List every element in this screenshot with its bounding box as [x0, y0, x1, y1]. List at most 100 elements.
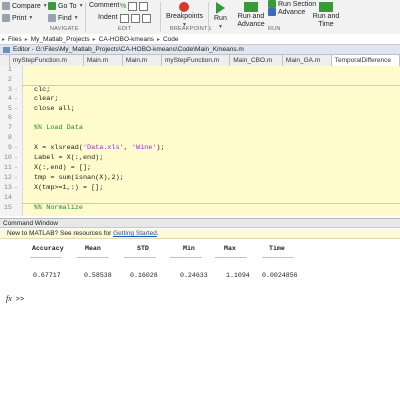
- section-edit: EDIT: [118, 26, 132, 32]
- print-button[interactable]: Print ▼: [2, 14, 33, 22]
- table-header: Time: [269, 245, 285, 252]
- run-time-icon: [319, 2, 333, 12]
- run-advance-icon: [244, 2, 258, 12]
- chevron-down-icon: ▼: [217, 24, 223, 30]
- goto-button[interactable]: Go To ▼: [48, 2, 84, 10]
- printer-icon: [2, 14, 10, 22]
- code-line: 1: [7, 66, 12, 74]
- code-line: 6: [7, 114, 12, 122]
- code-line: 7 %% Load Data: [7, 124, 83, 132]
- tab-temporal-difference[interactable]: TemporalDifference: [331, 55, 400, 66]
- chevron-right-icon: ▸: [92, 36, 96, 43]
- tab-main-ga[interactable]: Main_GA.m: [283, 55, 332, 66]
- tab-main-cbo[interactable]: Main_CBO.m: [230, 55, 283, 66]
- breadcrumb-item[interactable]: CA-HOBO-kmeans: [99, 36, 154, 43]
- compare-button[interactable]: Compare ▼: [2, 2, 48, 10]
- checkbox-icon: [128, 2, 138, 11]
- section-breakpoints: BREAKPOINTS: [170, 26, 212, 32]
- advance-button[interactable]: Advance: [268, 8, 305, 16]
- breakpoints-button[interactable]: Breakpoints ▼: [166, 2, 203, 29]
- search-icon: [48, 14, 56, 22]
- tab-spacer: [0, 55, 10, 66]
- chevron-right-icon: ▸: [2, 36, 6, 43]
- run-button[interactable]: Run ▼: [214, 2, 227, 31]
- divider: [85, 2, 86, 32]
- tab-mystepfunction[interactable]: myStepFunction.m: [10, 55, 84, 66]
- code-line: 10 - Label = X(:,end);: [3, 154, 104, 162]
- indent-icon: [131, 14, 140, 23]
- fx-icon[interactable]: fx: [6, 294, 12, 303]
- code-line: 4 - clear;: [7, 95, 59, 103]
- table-header: Accuracy: [32, 245, 64, 252]
- command-window-title: Command Window: [0, 218, 400, 228]
- table-header: Mean: [85, 245, 101, 252]
- chevron-down-icon: ▼: [28, 15, 34, 21]
- tab-mystepfunction-2[interactable]: myStepFunction.m: [162, 55, 231, 66]
- breadcrumb: ▸ Files ▸ My_Matlab_Projects ▸ CA-HOBO-k…: [0, 34, 400, 45]
- indent-icon: [120, 14, 129, 23]
- code-line: 3 - clc;: [7, 85, 51, 94]
- chevron-right-icon: ▸: [156, 36, 160, 43]
- indent-toggle-button[interactable]: [120, 14, 151, 23]
- breadcrumb-item[interactable]: My_Matlab_Projects: [31, 36, 90, 43]
- divider: [160, 2, 161, 32]
- code-line: 12 - tmp = sum(isnan(X),2);: [3, 174, 124, 182]
- section-navigate: NAVIGATE: [50, 26, 79, 32]
- goto-icon: [48, 2, 56, 10]
- indent-button[interactable]: Indent: [98, 14, 117, 21]
- getting-started-link[interactable]: Getting Started: [113, 230, 157, 237]
- run-section-icon: [268, 0, 276, 8]
- run-section-button[interactable]: Run Section: [268, 0, 316, 8]
- tab-main[interactable]: Main.m: [84, 55, 123, 66]
- chevron-right-icon: ▸: [24, 36, 28, 43]
- table-cell: 0.67717: [33, 272, 61, 279]
- run-icon: [215, 2, 225, 14]
- compare-icon: [2, 2, 10, 10]
- table-header: Min: [183, 245, 195, 252]
- table-cell: 0.0024856: [262, 272, 298, 279]
- toolstrip: Compare ▼ Print ▼ Go To ▼ Find ▼ NAVIGAT…: [0, 0, 400, 35]
- table-header: STD: [137, 245, 149, 252]
- chevron-down-icon: ▼: [73, 15, 79, 21]
- table-cell: 1.1094: [226, 272, 250, 279]
- command-window[interactable]: Accuracy Mean STD Min Max Time ________ …: [0, 239, 400, 400]
- divider: [208, 2, 209, 32]
- code-line: 9 - X = xlsread('Data.xls', 'Wine');: [7, 144, 165, 152]
- code-line: 15 %% Normalize: [3, 204, 83, 212]
- section-run: RUN: [268, 26, 281, 32]
- getting-started-notice: New to MATLAB? See resources for Getting…: [0, 229, 400, 239]
- run-and-advance-button[interactable]: Run and Advance: [236, 2, 266, 29]
- table-cell: 0.24633: [180, 272, 208, 279]
- code-line: 13 - X(tmp>=1,:) = [];: [3, 184, 104, 192]
- command-prompt[interactable]: fx >>: [6, 294, 24, 304]
- table-cell: 0.16028: [130, 272, 158, 279]
- code-line: 8: [7, 134, 12, 142]
- code-editor[interactable]: 1 2 3 - clc; 4 - clear; 5 - close all; 6…: [0, 66, 400, 216]
- checkbox-icon: [139, 2, 149, 11]
- comment-button[interactable]: Comment: [89, 2, 119, 9]
- code-line: 5 - close all;: [7, 104, 75, 113]
- comment-toggle-button[interactable]: %: [120, 2, 149, 11]
- breadcrumb-item[interactable]: Files: [8, 36, 22, 43]
- editor-icon: [3, 46, 10, 53]
- table-underline: ________: [215, 252, 247, 259]
- table-underline: ________: [124, 252, 156, 259]
- tab-main-2[interactable]: Main.m: [123, 55, 162, 66]
- table-underline: ________: [30, 252, 62, 259]
- table-underline: ________: [170, 252, 202, 259]
- code-line: 2: [7, 75, 12, 84]
- table-underline: ________: [77, 252, 109, 259]
- find-button[interactable]: Find ▼: [48, 14, 79, 22]
- editor-title: Editor - G:\Files\My_Matlab_Projects\CA-…: [13, 46, 244, 53]
- chevron-down-icon: ▼: [42, 3, 48, 9]
- breakpoint-icon: [179, 2, 190, 12]
- table-underline: ________: [262, 252, 294, 259]
- table-header: Max: [224, 245, 236, 252]
- code-line: 11 - X(:,end) = [];: [3, 164, 92, 172]
- table-cell: 0.58538: [84, 272, 112, 279]
- run-and-time-button[interactable]: Run and Time: [312, 2, 340, 29]
- indent-icon: [142, 14, 151, 23]
- editor-title-bar: Editor - G:\Files\My_Matlab_Projects\CA-…: [0, 45, 400, 55]
- breadcrumb-item[interactable]: Code: [163, 36, 179, 43]
- advance-icon: [268, 8, 276, 16]
